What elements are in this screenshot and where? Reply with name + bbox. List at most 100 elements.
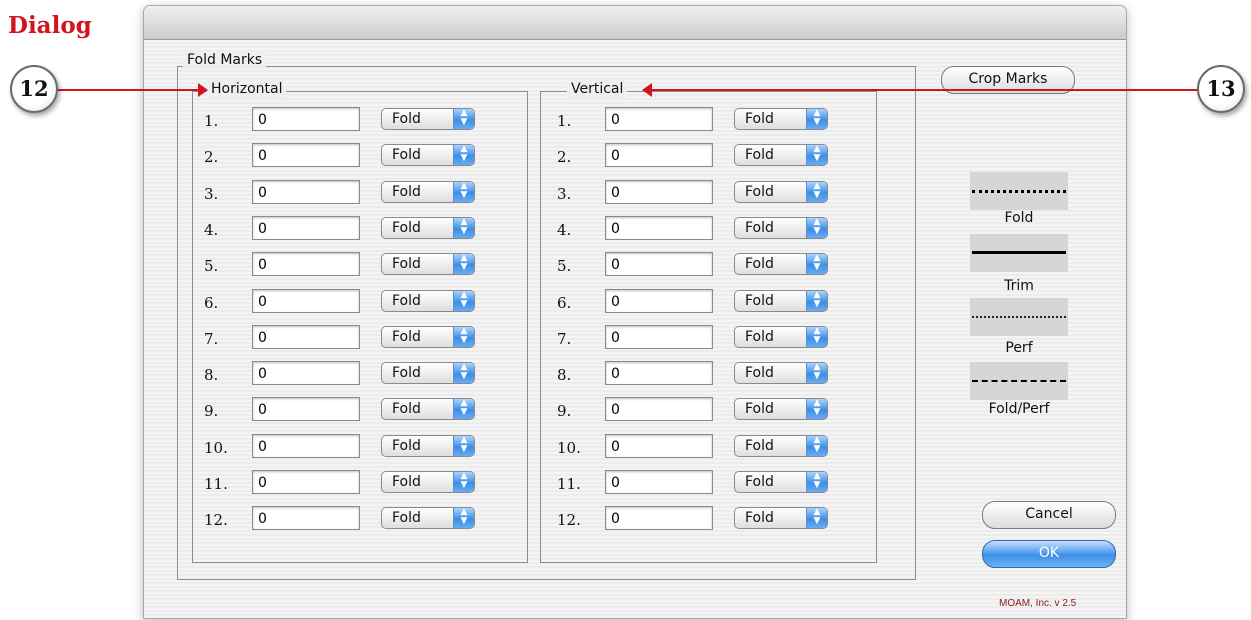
vertical-position-input[interactable]: 0: [605, 433, 713, 458]
trim-line-sample: [970, 234, 1068, 272]
vertical-position-input[interactable]: 0: [605, 397, 713, 422]
perf-line-sample: [970, 298, 1068, 336]
up-down-arrows-icon: ▲ ▼: [806, 217, 827, 238]
vertical-position-input[interactable]: 0: [605, 252, 713, 277]
select-value: Fold: [392, 183, 421, 200]
horizontal-position-input[interactable]: 0: [252, 470, 360, 494]
row-number: 8.: [204, 366, 219, 385]
up-down-arrows-icon: ▲ ▼: [806, 145, 827, 166]
up-down-arrows-icon: ▲ ▼: [453, 472, 474, 492]
vertical-mark-type-select[interactable]: Fold ▲ ▼: [734, 434, 828, 457]
vertical-mark-type-select[interactable]: Fold ▲ ▼: [734, 325, 828, 348]
horizontal-mark-type-select[interactable]: Fold ▲ ▼: [381, 362, 475, 385]
horizontal-mark-type-select[interactable]: Fold ▲ ▼: [381, 108, 475, 130]
vertical-mark-type-select[interactable]: Fold ▲ ▼: [734, 180, 828, 203]
horizontal-position-input[interactable]: 0: [252, 397, 360, 422]
up-down-arrows-icon: ▲ ▼: [806, 254, 827, 275]
select-value: Fold: [392, 111, 421, 127]
vertical-position-input[interactable]: 0: [605, 470, 713, 494]
horizontal-position-input[interactable]: 0: [252, 252, 360, 277]
vertical-mark-type-select[interactable]: Fold ▲ ▼: [734, 471, 828, 493]
up-down-arrows-icon: ▲ ▼: [806, 109, 827, 129]
horizontal-position-input[interactable]: 0: [252, 361, 360, 386]
horizontal-mark-type-select[interactable]: Fold ▲ ▼: [381, 144, 475, 167]
horizontal-label: Horizontal: [207, 80, 287, 98]
up-down-arrows-icon: ▲ ▼: [453, 363, 474, 384]
select-value: Fold: [392, 256, 421, 273]
up-down-arrows-icon: ▲ ▼: [453, 508, 474, 529]
horizontal-mark-type-select[interactable]: Fold ▲ ▼: [381, 434, 475, 457]
vertical-mark-type-select[interactable]: Fold ▲ ▼: [734, 144, 828, 167]
select-value: Fold: [392, 365, 421, 382]
vertical-mark-type-select[interactable]: Fold ▲ ▼: [734, 108, 828, 130]
select-value: Fold: [745, 292, 774, 309]
vertical-mark-type-select[interactable]: Fold ▲ ▼: [734, 289, 828, 312]
select-value: Fold: [745, 147, 774, 164]
callout-13-badge: 13: [1197, 65, 1245, 113]
horizontal-mark-type-select[interactable]: Fold ▲ ▼: [381, 180, 475, 203]
select-value: Fold: [745, 510, 774, 527]
up-down-arrows-icon: ▲ ▼: [806, 181, 827, 202]
vertical-position-input[interactable]: 0: [605, 179, 713, 204]
vertical-position-input[interactable]: 0: [605, 506, 713, 531]
fold-line-label: Fold: [1004, 210, 1034, 226]
perf-line-label: Perf: [1005, 340, 1033, 356]
row-number: 5.: [557, 257, 572, 276]
up-down-arrows-icon: ▲ ▼: [806, 363, 827, 384]
fold-perf-line-sample: [970, 362, 1068, 400]
select-value: Fold: [392, 328, 421, 345]
row-number: 12.: [204, 511, 228, 530]
horizontal-mark-type-select[interactable]: Fold ▲ ▼: [381, 507, 475, 530]
vertical-position-input[interactable]: 0: [605, 288, 713, 313]
horizontal-position-input[interactable]: 0: [252, 215, 360, 240]
vertical-position-input[interactable]: 0: [605, 107, 713, 131]
up-down-arrows-icon: ▲ ▼: [453, 181, 474, 202]
cancel-button[interactable]: Cancel: [982, 501, 1116, 529]
select-value: Fold: [745, 219, 774, 236]
vertical-mark-type-select[interactable]: Fold ▲ ▼: [734, 398, 828, 421]
up-down-arrows-icon: ▲ ▼: [453, 435, 474, 456]
ok-button[interactable]: OK: [982, 540, 1116, 568]
dialog-titlebar[interactable]: [144, 6, 1126, 40]
row-number: 1.: [557, 112, 572, 130]
select-value: Fold: [392, 510, 421, 527]
row-number: 9.: [557, 402, 572, 421]
version-label: MOAM, Inc. v 2.5: [999, 598, 1077, 609]
horizontal-position-input[interactable]: 0: [252, 143, 360, 168]
horizontal-position-input[interactable]: 0: [252, 324, 360, 349]
fold-perf-line-label: Fold/Perf: [988, 401, 1050, 417]
vertical-position-input[interactable]: 0: [605, 361, 713, 386]
horizontal-mark-type-select[interactable]: Fold ▲ ▼: [381, 289, 475, 312]
vertical-mark-type-select[interactable]: Fold ▲ ▼: [734, 507, 828, 530]
callout-12-leader-line: [58, 89, 198, 91]
vertical-mark-type-select[interactable]: Fold ▲ ▼: [734, 253, 828, 276]
callout-12-arrowhead: [198, 83, 208, 97]
vertical-position-input[interactable]: 0: [605, 324, 713, 349]
row-number: 6.: [557, 293, 572, 312]
vertical-position-input[interactable]: 0: [605, 215, 713, 240]
horizontal-mark-type-select[interactable]: Fold ▲ ▼: [381, 253, 475, 276]
select-value: Fold: [745, 365, 774, 382]
horizontal-position-input[interactable]: 0: [252, 107, 360, 131]
horizontal-mark-type-select[interactable]: Fold ▲ ▼: [381, 471, 475, 493]
vertical-mark-type-select[interactable]: Fold ▲ ▼: [734, 216, 828, 239]
horizontal-position-input[interactable]: 0: [252, 179, 360, 204]
fold-line-sample: [970, 172, 1068, 210]
up-down-arrows-icon: ▲ ▼: [453, 109, 474, 129]
vertical-mark-type-select[interactable]: Fold ▲ ▼: [734, 362, 828, 385]
vertical-position-input[interactable]: 0: [605, 143, 713, 168]
horizontal-position-input[interactable]: 0: [252, 288, 360, 313]
up-down-arrows-icon: ▲ ▼: [453, 326, 474, 347]
row-number: 7.: [557, 329, 572, 348]
select-value: Fold: [392, 401, 421, 418]
fold-marks-dialog: Fold Marks Horizontal Vertical 1. 0 Fold ▲ ▼…: [143, 5, 1127, 619]
horizontal-position-input[interactable]: 0: [252, 433, 360, 458]
up-down-arrows-icon: ▲ ▼: [453, 399, 474, 420]
horizontal-mark-type-select[interactable]: Fold ▲ ▼: [381, 325, 475, 348]
row-number: 3.: [204, 184, 219, 203]
horizontal-position-input[interactable]: 0: [252, 506, 360, 531]
row-number: 3.: [557, 184, 572, 203]
horizontal-mark-type-select[interactable]: Fold ▲ ▼: [381, 216, 475, 239]
row-number: 4.: [204, 220, 219, 239]
horizontal-mark-type-select[interactable]: Fold ▲ ▼: [381, 398, 475, 421]
